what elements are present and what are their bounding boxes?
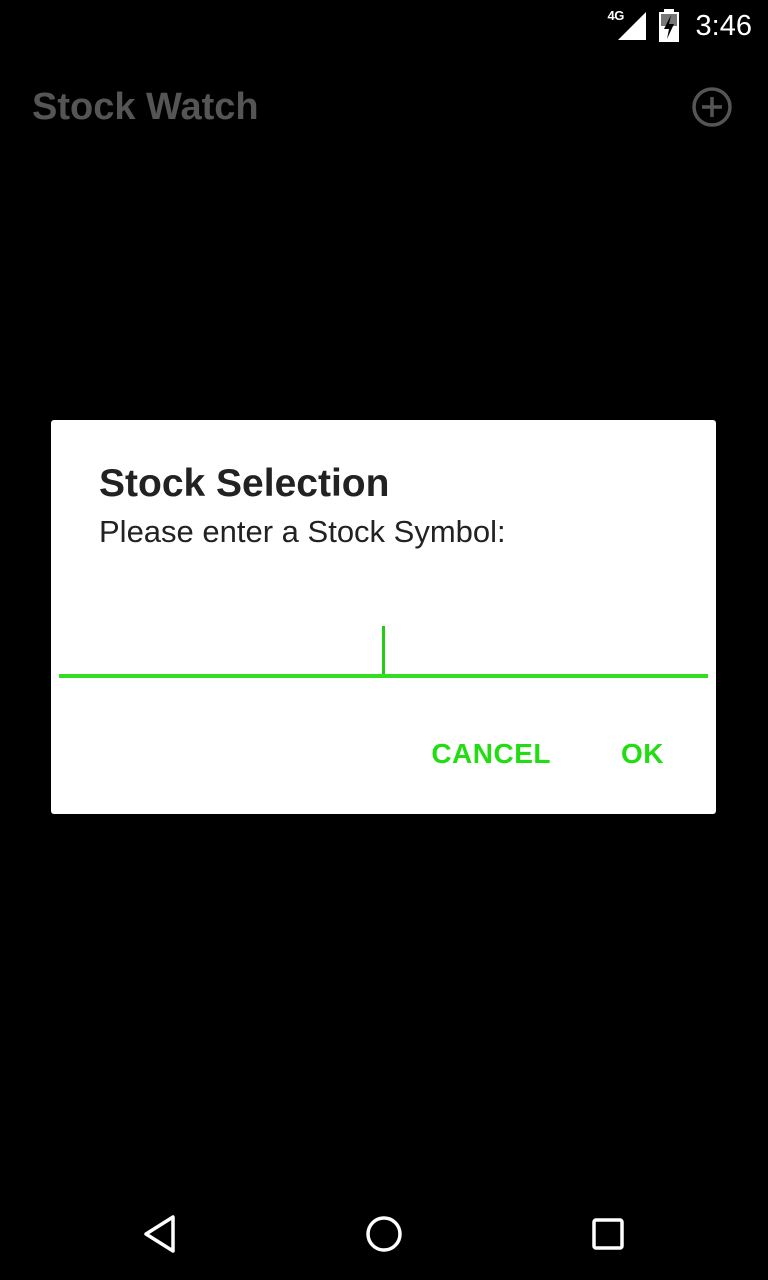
- status-bar: 4G 3:46: [0, 0, 768, 50]
- back-button[interactable]: [136, 1210, 184, 1258]
- signal-icon: 4G: [608, 8, 648, 42]
- screen: 4G 3:46 Stock Watch Stock Selection Plea: [0, 0, 768, 1280]
- home-button[interactable]: [360, 1210, 408, 1258]
- network-type-label: 4G: [607, 8, 625, 23]
- status-icons: 4G 3:46: [608, 6, 752, 46]
- nav-bar: [0, 1184, 768, 1280]
- cancel-button[interactable]: CANCEL: [431, 738, 551, 770]
- back-icon: [144, 1215, 175, 1253]
- app-title: Stock Watch: [32, 86, 259, 128]
- stock-selection-dialog: Stock Selection Please enter a Stock Sym…: [51, 420, 716, 814]
- text-cursor: [382, 626, 385, 674]
- dialog-title: Stock Selection: [99, 462, 390, 505]
- add-circle-icon[interactable]: [691, 86, 733, 128]
- recents-button[interactable]: [584, 1210, 632, 1258]
- ok-button[interactable]: OK: [621, 738, 664, 770]
- dialog-message: Please enter a Stock Symbol:: [99, 514, 506, 549]
- dialog-buttons: CANCEL OK: [431, 738, 664, 770]
- recents-icon: [592, 1218, 624, 1250]
- status-clock: 3:46: [695, 9, 752, 42]
- battery-icon: [658, 9, 679, 42]
- home-icon: [366, 1216, 402, 1252]
- app-bar: Stock Watch: [0, 50, 768, 162]
